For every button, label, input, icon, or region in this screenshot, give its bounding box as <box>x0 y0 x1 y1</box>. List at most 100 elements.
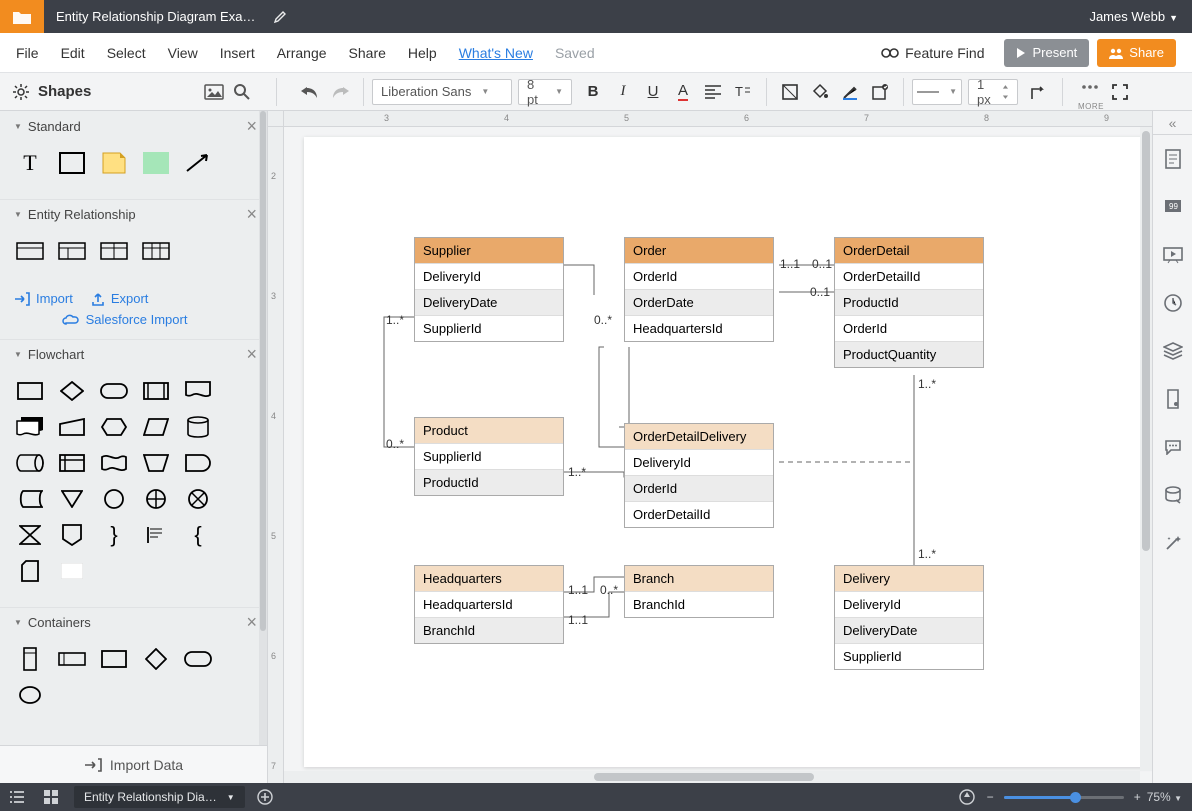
menu-view[interactable]: View <box>168 45 198 61</box>
present-button[interactable]: Present <box>1004 39 1089 67</box>
collapse-right-panel[interactable]: « <box>1153 111 1192 135</box>
rail-history-icon[interactable] <box>1153 279 1192 327</box>
er-shape-4[interactable] <box>140 237 172 265</box>
section-entity-relationship[interactable]: ▼Entity Relationship× <box>0 199 267 229</box>
cont-swimlane-v[interactable] <box>14 645 46 673</box>
border-color-button[interactable] <box>837 79 863 105</box>
shape-style-button[interactable] <box>777 79 803 105</box>
text-shape[interactable]: T <box>14 149 46 177</box>
left-panel-scrollbar[interactable] <box>259 111 267 745</box>
menu-share[interactable]: Share <box>349 45 386 61</box>
er-shape-2[interactable] <box>56 237 88 265</box>
page-tab[interactable]: Entity Relationship Dia…▼ <box>74 786 245 808</box>
fc-brace-right[interactable]: } <box>98 521 130 549</box>
rail-layers-icon[interactable] <box>1153 327 1192 375</box>
add-page-button[interactable] <box>251 789 279 805</box>
er-export-button[interactable]: Export <box>91 291 149 306</box>
fc-or[interactable] <box>140 485 172 513</box>
entity-delivery[interactable]: Delivery DeliveryId DeliveryDate Supplie… <box>834 565 984 670</box>
underline-button[interactable]: U <box>640 79 666 105</box>
menu-select[interactable]: Select <box>107 45 146 61</box>
cont-circle[interactable] <box>14 681 46 709</box>
cont-rect[interactable] <box>98 645 130 673</box>
fc-delay[interactable] <box>182 449 214 477</box>
entity-order-detail[interactable]: OrderDetail OrderDetailId ProductId Orde… <box>834 237 984 368</box>
folder-icon[interactable] <box>0 0 44 33</box>
fc-connector[interactable] <box>98 485 130 513</box>
more-tools-button[interactable] <box>1077 80 1103 94</box>
font-family-select[interactable]: Liberation Sans▼ <box>372 79 512 105</box>
fc-merge[interactable] <box>56 485 88 513</box>
redo-button[interactable] <box>327 79 353 105</box>
font-size-select[interactable]: 8 pt▼ <box>518 79 572 105</box>
line-width-select[interactable]: 1 px <box>968 79 1018 105</box>
zoom-in-button[interactable]: + <box>1134 790 1141 804</box>
fc-placeholder[interactable] <box>56 557 88 585</box>
zoom-slider[interactable] <box>1004 796 1124 799</box>
fc-database[interactable] <box>182 413 214 441</box>
fc-brace-left[interactable]: { <box>182 521 214 549</box>
text-style-button[interactable]: T <box>730 79 756 105</box>
entity-order-detail-delivery[interactable]: OrderDetailDelivery DeliveryId OrderId O… <box>624 423 774 528</box>
line-routing-button[interactable] <box>1026 79 1052 105</box>
fc-paper-tape[interactable] <box>98 449 130 477</box>
share-button[interactable]: Share <box>1097 39 1176 67</box>
rail-comment-icon[interactable]: 99 <box>1153 183 1192 231</box>
fc-direct-data[interactable] <box>14 449 46 477</box>
block-shape[interactable] <box>140 149 172 177</box>
section-flowchart[interactable]: ▼Flowchart× <box>0 339 267 369</box>
er-shape-1[interactable] <box>14 237 46 265</box>
rail-db-icon[interactable] <box>1153 471 1192 519</box>
cont-diamond[interactable] <box>140 645 172 673</box>
fc-process[interactable] <box>14 377 46 405</box>
entity-order[interactable]: Order OrderId OrderDate HeadquartersId <box>624 237 774 342</box>
text-color-button[interactable]: A <box>670 79 696 105</box>
import-data-button[interactable]: Import Data <box>0 745 267 783</box>
menu-whatsnew[interactable]: What's New <box>459 45 533 61</box>
close-icon[interactable]: × <box>246 344 257 365</box>
line-style-select[interactable]: ▼ <box>912 79 962 105</box>
fc-card[interactable] <box>14 557 46 585</box>
fc-offpage[interactable] <box>56 521 88 549</box>
fc-note[interactable] <box>140 521 172 549</box>
entity-product[interactable]: Product SupplierId ProductId <box>414 417 564 496</box>
fc-data[interactable] <box>140 413 172 441</box>
er-import-button[interactable]: Import <box>14 291 73 306</box>
fc-document[interactable] <box>182 377 214 405</box>
fc-manual-input[interactable] <box>56 413 88 441</box>
canvas-scrollbar-v[interactable] <box>1140 127 1152 771</box>
entity-branch[interactable]: Branch BranchId <box>624 565 774 618</box>
search-shapes-icon[interactable] <box>228 78 256 106</box>
user-menu[interactable]: James Webb▼ <box>1075 9 1192 24</box>
entity-headquarters[interactable]: Headquarters HeadquartersId BranchId <box>414 565 564 644</box>
menu-insert[interactable]: Insert <box>220 45 255 61</box>
fc-collate[interactable] <box>14 521 46 549</box>
fc-hexagon[interactable] <box>98 413 130 441</box>
rail-magic-icon[interactable] <box>1153 519 1192 567</box>
shape-options-button[interactable] <box>867 79 893 105</box>
fc-junction[interactable] <box>182 485 214 513</box>
note-shape[interactable] <box>98 149 130 177</box>
italic-button[interactable]: I <box>610 79 636 105</box>
cont-swimlane-h[interactable] <box>56 645 88 673</box>
fc-decision[interactable] <box>56 377 88 405</box>
fc-multidoc[interactable] <box>14 413 46 441</box>
grid-view-icon[interactable] <box>34 783 68 811</box>
zoom-out-button[interactable]: − <box>987 790 994 804</box>
rail-data-icon[interactable] <box>1153 375 1192 423</box>
fc-internal-storage[interactable] <box>56 449 88 477</box>
cont-pill[interactable] <box>182 645 214 673</box>
align-button[interactable] <box>700 79 726 105</box>
image-tool-icon[interactable] <box>200 78 228 106</box>
outline-view-icon[interactable] <box>0 783 34 811</box>
section-containers[interactable]: ▼Containers× <box>0 607 267 637</box>
rail-present-icon[interactable] <box>1153 231 1192 279</box>
arrow-shape[interactable] <box>182 149 214 177</box>
close-icon[interactable]: × <box>246 612 257 633</box>
rail-chat-icon[interactable] <box>1153 423 1192 471</box>
menu-file[interactable]: File <box>16 45 39 61</box>
entity-supplier[interactable]: Supplier DeliveryId DeliveryDate Supplie… <box>414 237 564 342</box>
page-surface[interactable]: Supplier DeliveryId DeliveryDate Supplie… <box>304 137 1152 767</box>
document-title[interactable]: Entity Relationship Diagram Exa… <box>44 9 267 24</box>
fc-manual-op[interactable] <box>140 449 172 477</box>
